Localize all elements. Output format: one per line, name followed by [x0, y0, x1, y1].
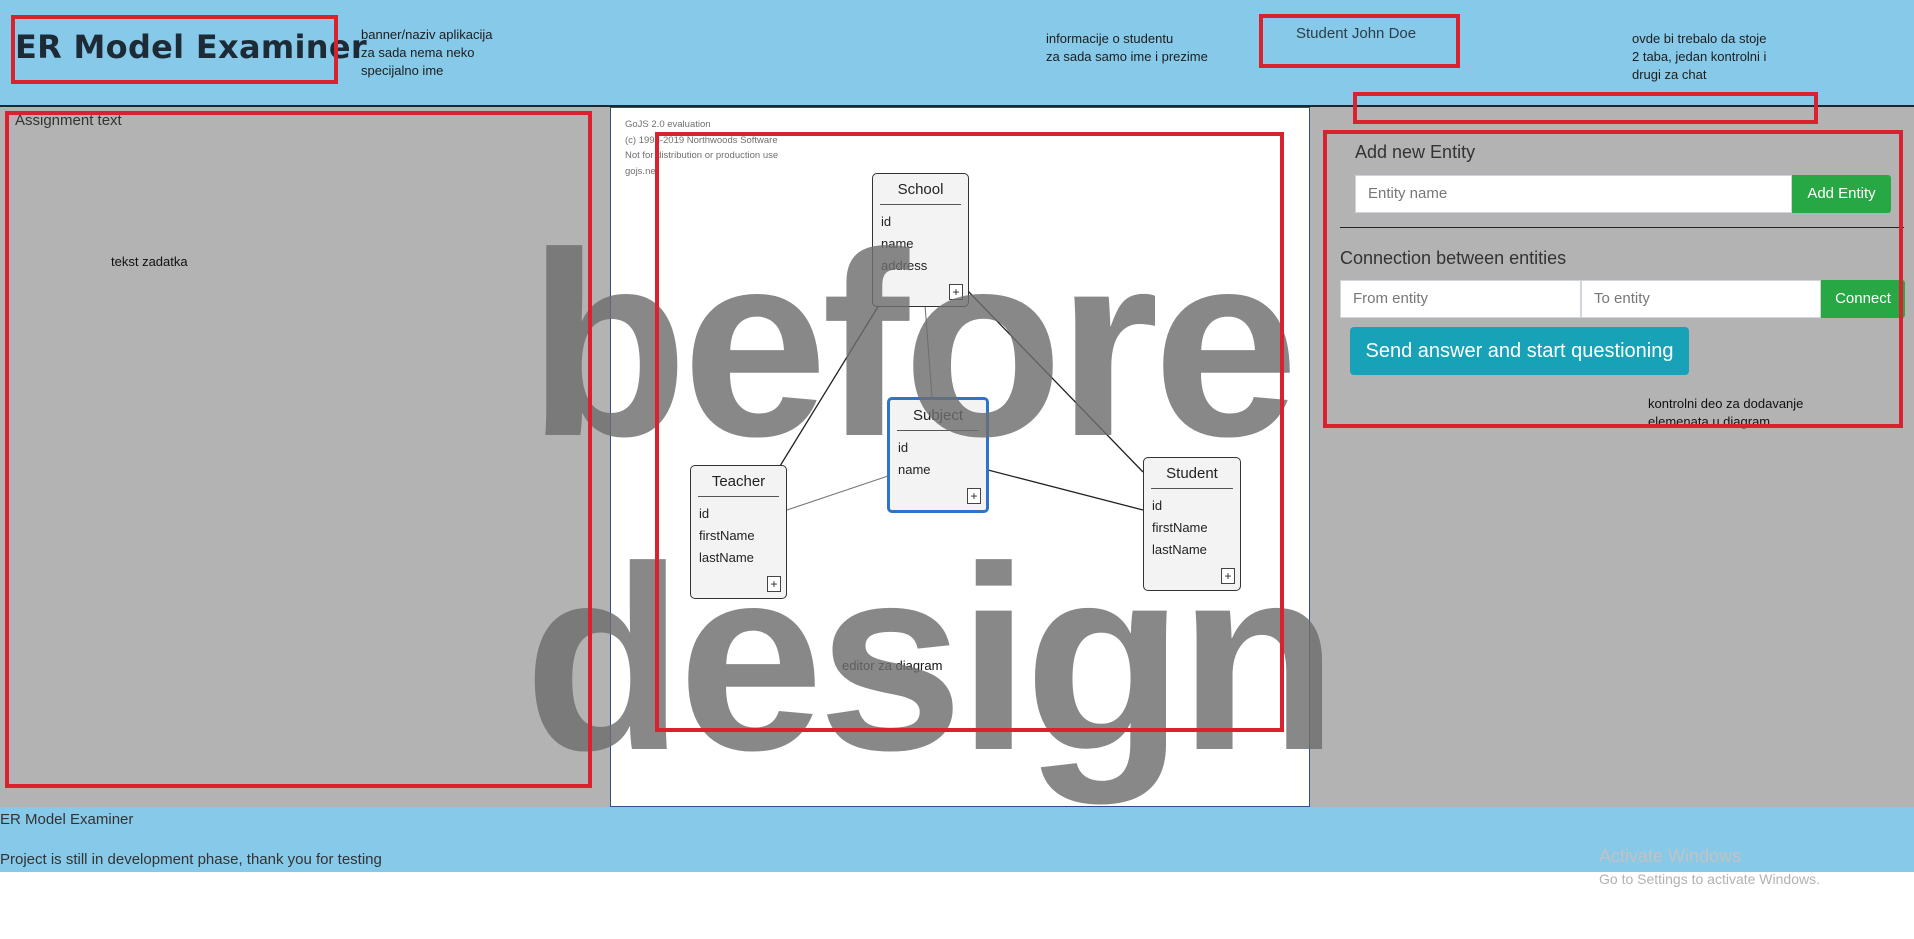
expand-button[interactable]: +: [767, 576, 781, 592]
entity-title: Student: [1166, 465, 1218, 482]
entity-attribute: id: [898, 440, 909, 455]
banner-note: banner/naziv aplikacija za sada nema nek…: [361, 27, 493, 78]
connect-button[interactable]: Connect: [1821, 280, 1905, 318]
entity-node-subject[interactable]: Subject id name +: [887, 397, 989, 513]
assignment-label: Assignment text: [15, 112, 122, 129]
entity-attribute: name: [881, 236, 914, 251]
entity-node-school[interactable]: School id name address +: [872, 173, 969, 307]
assignment-task-note: tekst zadatka: [111, 254, 188, 269]
link-teacher-subject: [786, 475, 889, 511]
to-entity-input[interactable]: To entity: [1581, 280, 1821, 318]
entity-title: Subject: [912, 407, 964, 424]
assignment-panel: [0, 107, 610, 807]
connection-title: Connection between entities: [1340, 248, 1567, 268]
windows-activation-hint: Go to Settings to activate Windows.: [1599, 871, 1820, 887]
link-school-student: [965, 288, 1144, 473]
entity-attribute: address: [881, 258, 928, 273]
entity-attribute: lastName: [1152, 542, 1207, 557]
entity-divider: [698, 496, 779, 497]
entity-attribute: name: [898, 462, 931, 477]
app-title: ER Model Examiner: [15, 28, 367, 66]
link-subject-student: [987, 469, 1144, 511]
entity-divider: [880, 204, 961, 205]
entity-node-teacher[interactable]: Teacher id firstName lastName +: [690, 465, 787, 599]
entity-attribute: id: [881, 214, 892, 229]
footer-title: ER Model Examiner: [0, 811, 134, 828]
add-entity-title: Add new Entity: [1355, 142, 1476, 162]
send-answer-button[interactable]: Send answer and start questioning: [1350, 327, 1689, 375]
add-entity-button[interactable]: Add Entity: [1792, 175, 1891, 213]
link-school-subject: [924, 304, 933, 398]
link-school-teacher: [779, 304, 880, 467]
expand-button[interactable]: +: [1221, 568, 1235, 584]
entity-divider: [1151, 488, 1233, 489]
footer-note: Project is still in development phase, t…: [0, 851, 382, 868]
diagram-editor-note: editor za diagram: [842, 658, 943, 673]
from-entity-input[interactable]: From entity: [1340, 280, 1581, 318]
entity-attribute: lastName: [699, 550, 754, 565]
entity-attribute: firstName: [1152, 520, 1208, 535]
entity-attribute: id: [1152, 498, 1163, 513]
entity-title: Teacher: [711, 473, 766, 490]
expand-button[interactable]: +: [949, 284, 963, 300]
entity-name-input[interactable]: Entity name: [1355, 175, 1792, 213]
student-name: Student John Doe: [1296, 25, 1417, 42]
section-divider: [1340, 227, 1904, 228]
windows-activation-title: Activate Windows: [1599, 846, 1742, 866]
entity-attribute: id: [699, 506, 710, 521]
entity-node-student[interactable]: Student id firstName lastName +: [1143, 457, 1241, 591]
control-panel-note: kontrolni deo za dodavanje elemenata u d…: [1648, 396, 1804, 429]
entity-title: School: [897, 181, 944, 198]
tabs-note: ovde bi trebalo da stoje 2 taba, jedan k…: [1632, 31, 1767, 82]
entity-attribute: firstName: [699, 528, 755, 543]
expand-button[interactable]: +: [967, 488, 981, 504]
entity-divider: [897, 430, 979, 431]
student-info-note: informacije o studentu za sada samo ime …: [1046, 31, 1208, 64]
